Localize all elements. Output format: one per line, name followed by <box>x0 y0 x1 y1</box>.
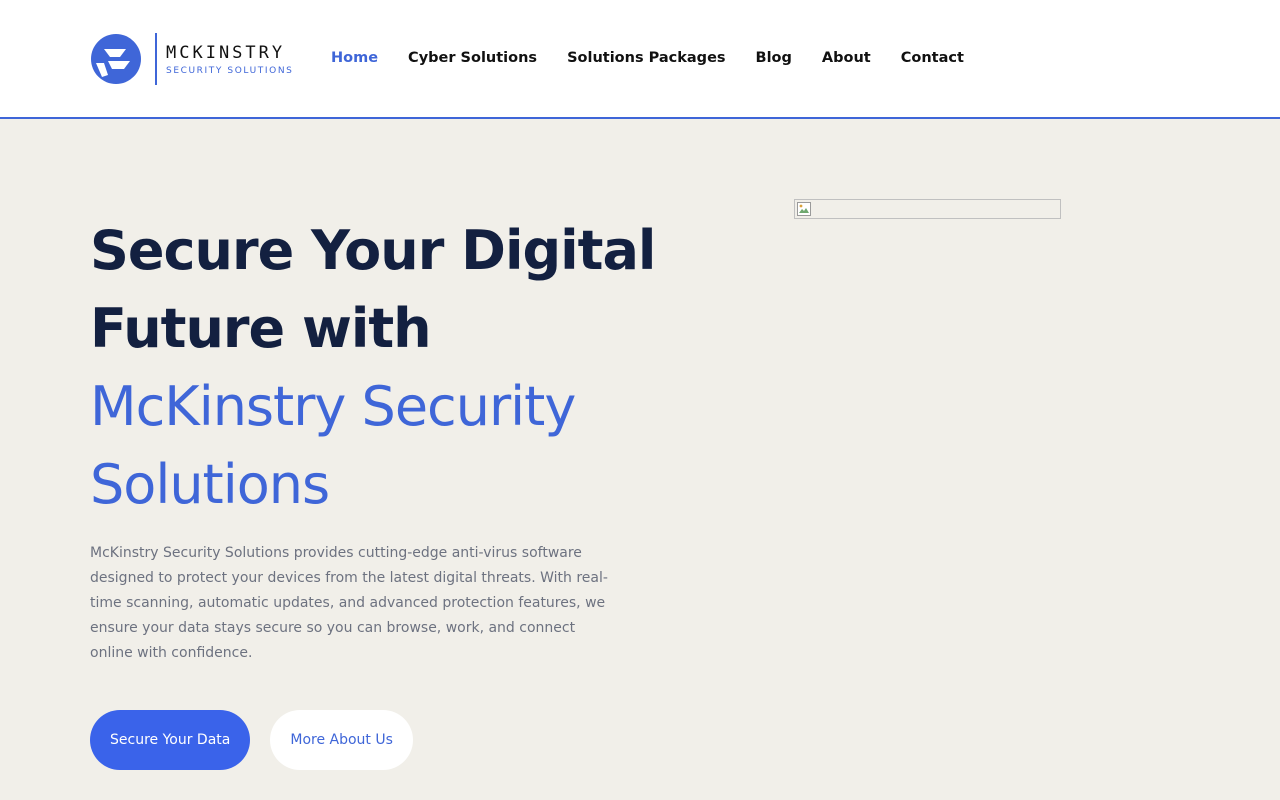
hero-title-accent-line-1: McKinstry Security <box>90 375 576 438</box>
nav-item-cyber-solutions[interactable]: Cyber Solutions <box>408 48 537 68</box>
hero-buttons: Secure Your Data More About Us <box>90 710 413 770</box>
logo-divider <box>155 33 157 85</box>
hero-title-line-1: Secure Your Digital <box>90 219 656 282</box>
nav-item-about[interactable]: About <box>822 48 871 68</box>
logo-mark-icon <box>91 34 141 84</box>
hero-description: McKinstry Security Solutions provides cu… <box>90 545 608 661</box>
hero-title: Secure Your Digital Future with McKinstr… <box>90 212 710 524</box>
brand-name: MCKINSTRY <box>166 42 286 63</box>
site-header: MCKINSTRY SECURITY SOLUTIONS Home Cyber … <box>0 0 1280 119</box>
nav-item-solutions-packages[interactable]: Solutions Packages <box>567 48 725 68</box>
hero-image <box>794 199 1061 219</box>
more-about-us-button[interactable]: More About Us <box>270 710 413 770</box>
main-nav: Home Cyber Solutions Solutions Packages … <box>331 48 964 68</box>
logo-text: MCKINSTRY SECURITY SOLUTIONS <box>166 43 293 76</box>
brand-logo[interactable]: MCKINSTRY SECURITY SOLUTIONS <box>90 32 293 86</box>
nav-item-contact[interactable]: Contact <box>901 48 964 68</box>
hero-title-accent-line-2: Solutions <box>90 453 330 516</box>
broken-image-icon <box>797 202 811 216</box>
secure-your-data-button[interactable]: Secure Your Data <box>90 710 251 770</box>
hero-title-line-2: Future with <box>90 297 432 360</box>
brand-tagline: SECURITY SOLUTIONS <box>166 65 294 76</box>
nav-item-home[interactable]: Home <box>331 48 378 68</box>
nav-item-blog[interactable]: Blog <box>756 48 792 68</box>
